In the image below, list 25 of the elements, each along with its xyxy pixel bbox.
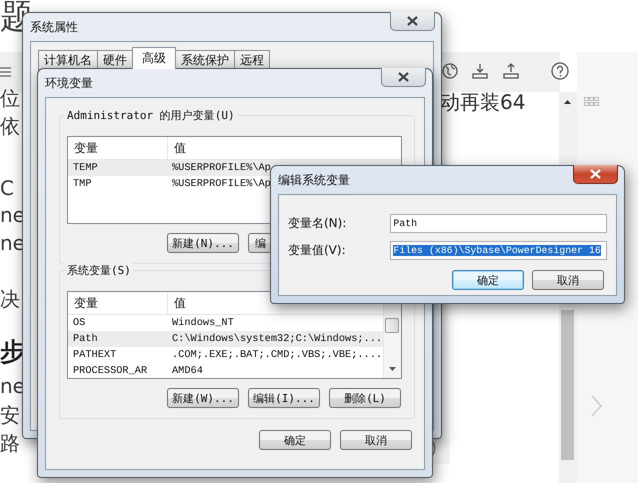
variable-name: PATHEXT [72,349,118,361]
variable-value: %USERPROFILE%\Ap [171,178,271,190]
field-label: 变量名(N): [288,215,348,232]
variable-value: AMD64 [171,365,203,377]
variable-name: PROCESSOR_AR [72,365,148,377]
group-label: Administrator 的用户变量(U) [65,108,237,123]
variable-value: %USERPROFILE%\Ap [171,162,271,174]
field-label: 变量值(V): [288,242,347,259]
variable-name: OS [72,317,86,329]
variable-value: .COM;.EXE;.BAT;.CMD;.VBS;.VBE;.... [171,349,382,361]
text-fragment: 安 [0,403,20,427]
variable-name: TEMP [72,162,99,174]
text-fragment: C [0,176,14,200]
text-fragment: 步 [0,340,25,364]
text-fragment: 决 [0,287,20,311]
variable-name: TMP [72,178,93,190]
group-label: 系统变量(S) [65,263,133,278]
variable-value: Windows_NT [171,317,234,329]
variable-name: Path [72,333,99,345]
variable-value: C:\Windows\system32;C:\Windows;... [171,333,382,345]
text-fragment: 动再装64 [440,89,526,116]
window-title: 环境变量 [45,75,93,92]
text-fragment: 路 [0,431,20,455]
text-fragment: 依 [0,114,20,138]
text-fragment: 位 [0,86,20,110]
